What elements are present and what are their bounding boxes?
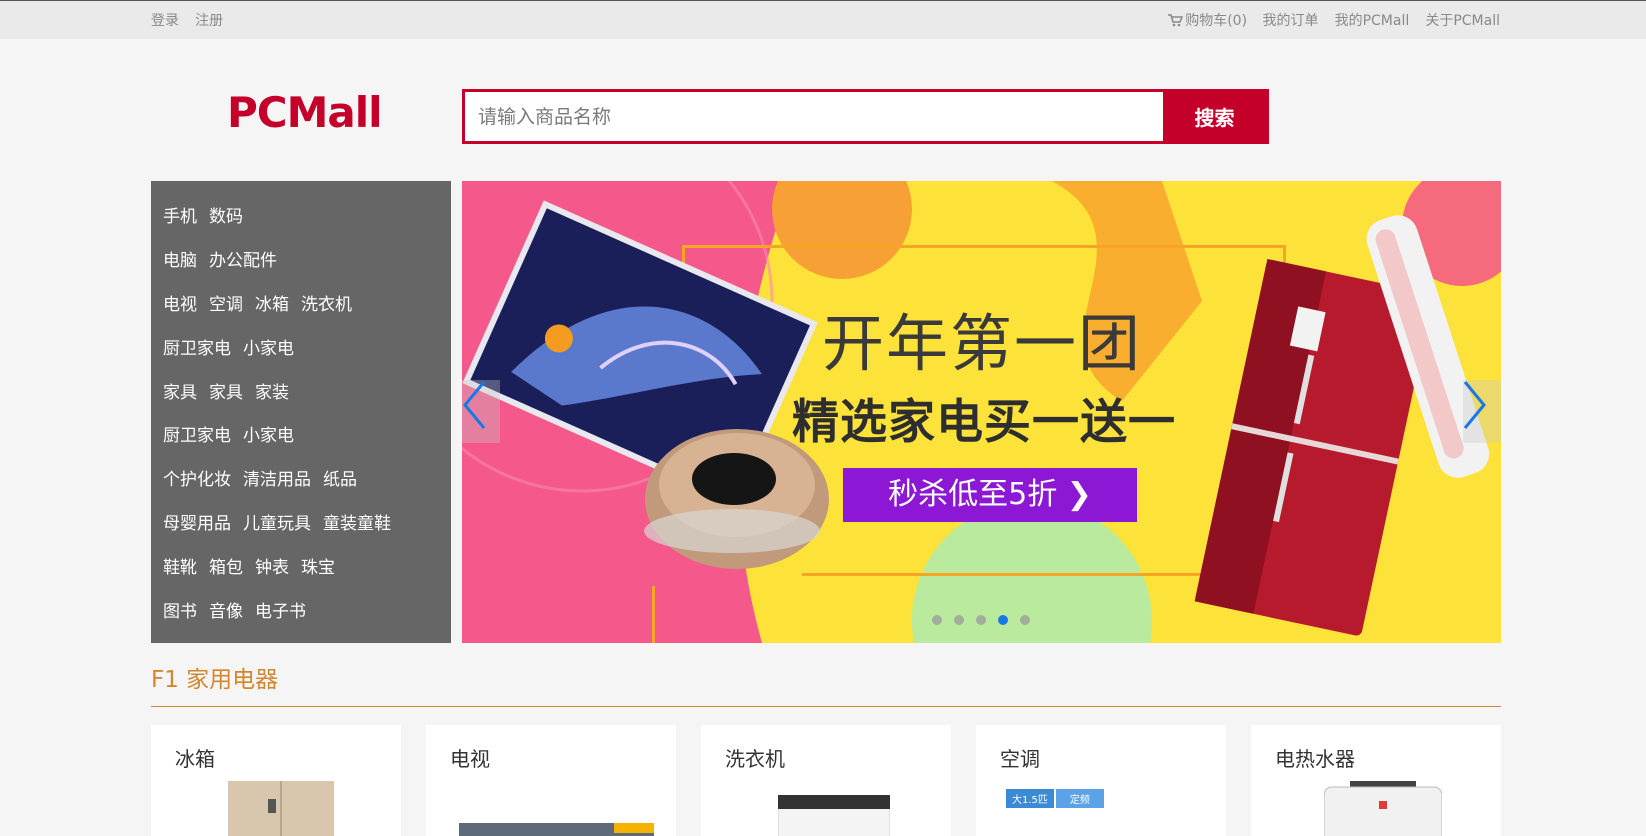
product-card[interactable]: 洗衣机 bbox=[701, 725, 951, 836]
category-link[interactable]: 电视 bbox=[163, 290, 197, 315]
category-link[interactable]: 钟表 bbox=[255, 553, 289, 578]
category-row: 电视 空调 冰箱 洗衣机 bbox=[151, 281, 451, 325]
category-link[interactable]: 纸品 bbox=[323, 465, 357, 490]
banner-subtitle: 精选家电买一送一 bbox=[792, 395, 1176, 450]
category-link[interactable]: 珠宝 bbox=[301, 553, 335, 578]
cart-label: 购物车(0) bbox=[1185, 13, 1248, 29]
login-link[interactable]: 登录 bbox=[151, 13, 179, 29]
search-button[interactable]: 搜索 bbox=[1163, 92, 1266, 141]
category-row: 厨卫家电 小家电 bbox=[151, 412, 451, 456]
category-link[interactable]: 洗衣机 bbox=[301, 290, 352, 315]
category-link[interactable]: 家具 bbox=[209, 378, 243, 403]
category-link[interactable]: 箱包 bbox=[209, 553, 243, 578]
category-row: 个护化妆 清洁用品 纸品 bbox=[151, 456, 451, 500]
ac-type-label: 定频 bbox=[1055, 789, 1104, 808]
carousel-next-button[interactable] bbox=[1463, 380, 1501, 443]
user-links: 购物车(0) 我的订单 我的PCMall 关于PCMall bbox=[1157, 10, 1500, 30]
category-link[interactable]: 母婴用品 bbox=[163, 509, 231, 534]
category-row: 电脑 办公配件 bbox=[151, 237, 451, 281]
product-card[interactable]: 电视 bbox=[426, 725, 676, 836]
about-link[interactable]: 关于PCMall bbox=[1425, 13, 1500, 29]
category-link[interactable]: 空调 bbox=[209, 290, 243, 315]
carousel-dot[interactable] bbox=[954, 615, 964, 625]
site-logo[interactable]: PCMall bbox=[227, 88, 383, 137]
category-link[interactable]: 音像 bbox=[209, 597, 243, 622]
category-link[interactable]: 图书 bbox=[163, 597, 197, 622]
category-row: 手机 数码 bbox=[151, 193, 451, 237]
product-name: 电热水器 bbox=[1275, 747, 1355, 771]
category-link[interactable]: 手机 bbox=[163, 202, 197, 227]
my-orders-link[interactable]: 我的订单 bbox=[1263, 13, 1319, 29]
account-links: 登录 注册 bbox=[151, 10, 234, 30]
product-name: 空调 bbox=[1000, 747, 1040, 771]
category-row: 家具 家具 家装 bbox=[151, 368, 451, 412]
product-card[interactable]: 电热水器 bbox=[1251, 725, 1501, 836]
category-menu: 手机 数码 电脑 办公配件 电视 空调 冰箱 洗衣机 厨卫家电 小家电 家具 家具 家装 厨卫家电 小家电个… bbox=[151, 181, 451, 643]
banner-promo-button[interactable]: 秒杀低至5折 ❯ bbox=[843, 468, 1137, 522]
search-bar: 搜索 bbox=[462, 89, 1269, 144]
carousel-dot[interactable] bbox=[998, 615, 1008, 625]
product-name: 电视 bbox=[450, 747, 490, 771]
ac-spec-badge: 大1.5匹 定频 bbox=[1006, 789, 1104, 808]
carousel-dots bbox=[932, 615, 1042, 625]
banner-title: 开年第一团 bbox=[822, 307, 1143, 380]
category-link[interactable]: 电脑 bbox=[163, 246, 197, 271]
banner-carousel[interactable]: 开年第一团 精选家电买一送一 秒杀低至5折 ❯ bbox=[462, 181, 1501, 643]
carousel-dot[interactable] bbox=[1020, 615, 1030, 625]
top-bar: 登录 注册 购物车(0) 我的订单 我的PCMall 关于PCMall bbox=[0, 0, 1646, 39]
product-name: 洗衣机 bbox=[725, 747, 785, 771]
category-link[interactable]: 小家电 bbox=[243, 334, 294, 359]
category-link[interactable]: 数码 bbox=[209, 202, 243, 227]
category-link[interactable]: 家装 bbox=[255, 378, 289, 403]
carousel-dot[interactable] bbox=[932, 615, 942, 625]
search-input[interactable] bbox=[465, 92, 1163, 141]
category-link[interactable]: 清洁用品 bbox=[243, 465, 311, 490]
category-link[interactable]: 厨卫家电 bbox=[163, 334, 231, 359]
cart-link[interactable]: 购物车(0) bbox=[1168, 13, 1251, 29]
product-name: 冰箱 bbox=[175, 747, 215, 771]
category-link[interactable]: 童装童鞋 bbox=[323, 509, 391, 534]
category-row: 鞋靴 箱包 钟表 珠宝 bbox=[151, 543, 451, 587]
category-link[interactable]: 厨卫家电 bbox=[163, 421, 231, 446]
my-pcmall-link[interactable]: 我的PCMall bbox=[1335, 13, 1410, 29]
carousel-dot[interactable] bbox=[976, 615, 986, 625]
tv-thumbnail bbox=[459, 823, 654, 836]
category-row: 母婴用品 儿童玩具 童装童鞋 bbox=[151, 500, 451, 544]
ac-capacity-label: 大1.5匹 bbox=[1006, 789, 1054, 808]
washer-thumbnail bbox=[778, 795, 890, 836]
category-row: 厨卫家电 小家电 bbox=[151, 324, 451, 368]
product-card[interactable]: 空调大1.5匹 定频 bbox=[976, 725, 1226, 836]
category-link[interactable]: 电子书 bbox=[255, 597, 306, 622]
product-card[interactable]: 冰箱 bbox=[151, 725, 401, 836]
category-link[interactable]: 家具 bbox=[163, 378, 197, 403]
floor-divider bbox=[151, 706, 1501, 707]
register-link[interactable]: 注册 bbox=[195, 13, 223, 29]
product-grid: 冰箱 电视 洗衣机 空调大1.5匹 定频 电热水器 bbox=[151, 725, 1501, 836]
water-heater-thumbnail bbox=[1324, 781, 1442, 836]
category-link[interactable]: 小家电 bbox=[243, 421, 294, 446]
category-link[interactable]: 冰箱 bbox=[255, 290, 289, 315]
chevron-left-icon bbox=[463, 381, 486, 429]
fridge-thumbnail bbox=[228, 781, 334, 836]
category-link[interactable]: 鞋靴 bbox=[163, 553, 197, 578]
carousel-prev-button[interactable] bbox=[462, 380, 500, 443]
category-row: 图书 音像 电子书 bbox=[151, 587, 451, 631]
category-link[interactable]: 个护化妆 bbox=[163, 465, 231, 490]
floor-title: F1 家用电器 bbox=[151, 667, 279, 693]
category-link[interactable]: 办公配件 bbox=[209, 246, 277, 271]
category-link[interactable]: 儿童玩具 bbox=[243, 509, 311, 534]
cart-icon bbox=[1168, 14, 1184, 27]
chevron-right-icon bbox=[1463, 381, 1486, 429]
